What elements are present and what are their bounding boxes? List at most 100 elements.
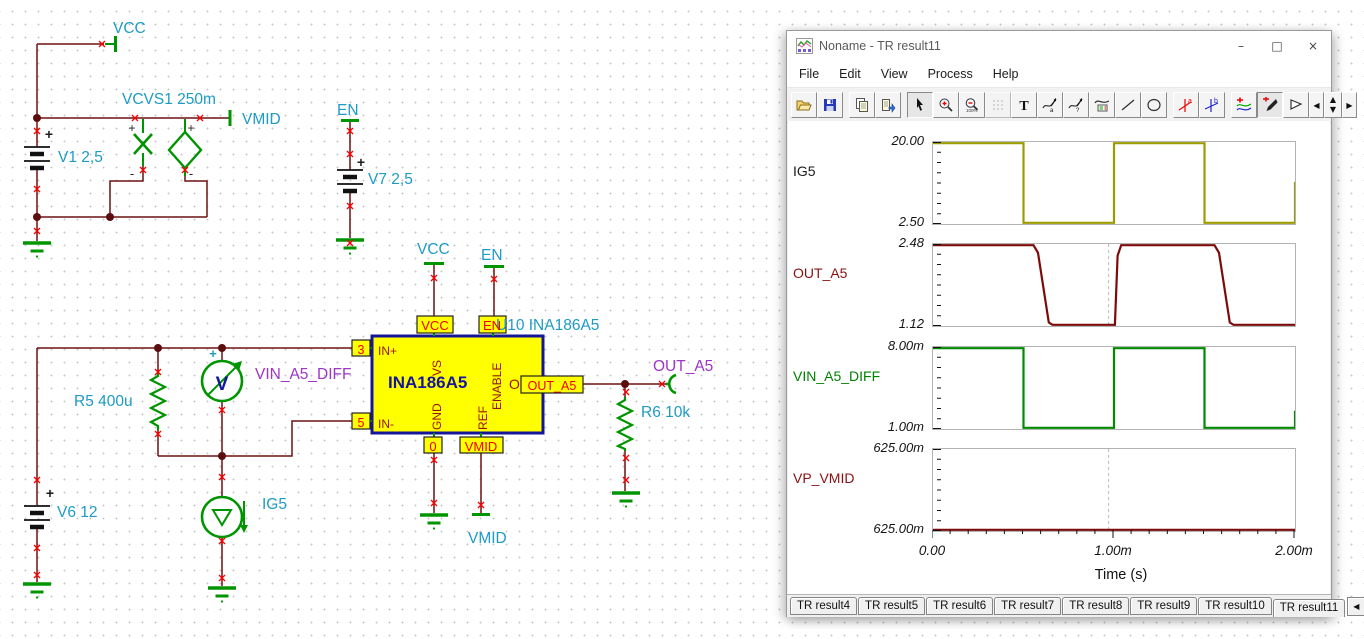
axis-tool-b-icon: ? bbox=[1068, 98, 1083, 113]
resistor-r5[interactable] bbox=[148, 372, 168, 430]
x-axis-ticks bbox=[932, 530, 1295, 538]
schematic-label: VCVS1 250m bbox=[122, 91, 216, 108]
cursor-arrow-icon bbox=[917, 98, 923, 111]
tab-tr-result8[interactable]: TR result8 bbox=[1062, 597, 1130, 615]
cursor-a-button[interactable]: a bbox=[1173, 92, 1199, 118]
resistor-r6[interactable] bbox=[615, 397, 635, 451]
schematic-label: 5 bbox=[358, 416, 365, 430]
tab-tr-result6[interactable]: TR result6 bbox=[926, 597, 994, 615]
battery-v6[interactable] bbox=[24, 505, 50, 530]
chart-panel-IG5[interactable] bbox=[932, 141, 1296, 225]
plot-area: Time (s) IG5 20.00 2.50 OUT_A5 2.48 1.12 VIN_A… bbox=[788, 121, 1330, 594]
menu-file[interactable]: File bbox=[789, 62, 829, 87]
tab-tr-result10[interactable]: TR result10 bbox=[1198, 597, 1272, 615]
ellipse-button[interactable] bbox=[1141, 92, 1167, 118]
page-spinner[interactable]: ▲ ▼ bbox=[1324, 92, 1342, 118]
schematic-label: OUT_A5 bbox=[528, 379, 577, 393]
schematic-label: VCC bbox=[417, 241, 450, 258]
menu-help[interactable]: Help bbox=[983, 62, 1029, 87]
waveform-IG5 bbox=[933, 142, 1295, 224]
svg-text:?: ? bbox=[1076, 108, 1080, 113]
result-tabs: TR result4 TR result5 TR result6 TR result7… bbox=[787, 594, 1364, 617]
ytick-bottom-VIN_A5_DIFF: 1.00m bbox=[887, 419, 924, 434]
tab-tr-result9[interactable]: TR result9 bbox=[1130, 597, 1198, 615]
schematic-label: 3 bbox=[358, 343, 365, 357]
schematic-label: U10 INA186A5 bbox=[496, 317, 599, 334]
axis-tool-b-button[interactable]: ? bbox=[1063, 92, 1089, 118]
text-button[interactable]: T bbox=[1011, 92, 1037, 118]
schematic-canvas: VCCVCVS1 250mVMIDENV1 2,5V7 2,5VCC ENU10 … bbox=[21, 20, 713, 605]
menu-process[interactable]: Process bbox=[918, 62, 983, 87]
schematic-label: IN- bbox=[378, 417, 394, 431]
save-button[interactable] bbox=[817, 92, 843, 118]
next-page-button[interactable]: ▶ bbox=[1342, 92, 1357, 118]
schematic-label: V7 2,5 bbox=[368, 171, 413, 188]
chart-label-IG5: IG5 bbox=[793, 163, 816, 179]
process-curves-button[interactable] bbox=[1231, 92, 1257, 118]
schematic-label: IN+ bbox=[378, 344, 397, 358]
tab-prev-button[interactable]: ◀ bbox=[1347, 597, 1364, 616]
tab-tr-result7[interactable]: TR result7 bbox=[994, 597, 1062, 615]
select-button[interactable] bbox=[907, 92, 933, 118]
marker-button[interactable] bbox=[1283, 92, 1309, 118]
ytick-top-IG5: 20.00 bbox=[891, 133, 924, 148]
current-source-ig5[interactable] bbox=[200, 495, 248, 539]
chart-label-OUT_A5: OUT_A5 bbox=[793, 265, 848, 281]
svg-text:T: T bbox=[1019, 99, 1029, 113]
schematic-label: EN bbox=[481, 247, 503, 264]
schematic-label: VS bbox=[430, 360, 444, 376]
chart-panel-VP_VMID[interactable] bbox=[932, 448, 1296, 532]
close-button[interactable]: × bbox=[1295, 31, 1331, 61]
schematic-label: O bbox=[509, 376, 520, 392]
schematic-label: VMID bbox=[468, 530, 507, 547]
pen-button[interactable] bbox=[1257, 92, 1283, 118]
tab-tr-result4[interactable]: TR result4 bbox=[790, 597, 858, 615]
cursor-b-button[interactable]: b bbox=[1199, 92, 1225, 118]
diagram-window: Noname - TR result11 – □ × File Edit View P… bbox=[786, 30, 1364, 617]
y-axis-ticks bbox=[933, 449, 941, 531]
schematic-label: OUT_A5 bbox=[653, 358, 713, 375]
zoom-out-button[interactable]: 100% bbox=[959, 92, 985, 118]
line-button[interactable] bbox=[1115, 92, 1141, 118]
spin-down-icon[interactable]: ▼ bbox=[1330, 105, 1336, 115]
open-folder-icon bbox=[796, 100, 812, 111]
schematic-label: VCC bbox=[113, 20, 146, 37]
open-button[interactable] bbox=[791, 92, 817, 118]
line-icon bbox=[1121, 99, 1135, 111]
schematic-label: ENABLE bbox=[490, 363, 504, 410]
zoom-in-button[interactable] bbox=[933, 92, 959, 118]
ytick-bottom-OUT_A5: 1.12 bbox=[898, 316, 924, 331]
spin-up-icon[interactable]: ▲ bbox=[1330, 95, 1336, 105]
chart-panel-VIN_A5_DIFF[interactable] bbox=[932, 346, 1296, 430]
menu-view[interactable]: View bbox=[871, 62, 918, 87]
zoom-in-icon bbox=[939, 98, 953, 112]
schematic-label: + bbox=[45, 126, 53, 142]
menu-edit[interactable]: Edit bbox=[829, 62, 871, 87]
schematic-label: V bbox=[216, 374, 229, 395]
menubar: File Edit View Process Help bbox=[787, 61, 1331, 88]
battery-v7[interactable] bbox=[337, 169, 363, 194]
desktop: { "schematic": { "texts": [ {"t":"VCC","… bbox=[0, 0, 1364, 639]
output-connector-out-a5[interactable] bbox=[666, 373, 677, 395]
battery-v1[interactable] bbox=[24, 146, 50, 171]
minimize-button[interactable]: – bbox=[1223, 31, 1259, 61]
paste-button[interactable] bbox=[875, 92, 901, 118]
tab-tr-result11[interactable]: TR result11 bbox=[1272, 599, 1346, 617]
copy-button[interactable] bbox=[849, 92, 875, 118]
schematic-label: EN bbox=[483, 318, 501, 333]
prev-page-button[interactable]: ◀ bbox=[1309, 92, 1324, 118]
maximize-button[interactable]: □ bbox=[1259, 31, 1295, 61]
xtick-label: 0.00 bbox=[918, 543, 946, 558]
schematic-label: R5 400u bbox=[74, 393, 133, 410]
schematic-label: + bbox=[357, 154, 365, 170]
svg-text:100%: 100% bbox=[966, 108, 978, 113]
schematic-label: R6 10k bbox=[641, 404, 690, 421]
titlebar[interactable]: Noname - TR result11 – □ × bbox=[787, 31, 1331, 61]
ytick-bottom-IG5: 2.50 bbox=[898, 214, 924, 229]
grid-button[interactable] bbox=[985, 92, 1011, 118]
legend-button[interactable] bbox=[1089, 92, 1115, 118]
chart-panel-OUT_A5[interactable] bbox=[932, 243, 1296, 327]
tab-tr-result5[interactable]: TR result5 bbox=[858, 597, 926, 615]
schematic-label: + bbox=[46, 485, 54, 501]
axis-tool-a-button[interactable]: a bbox=[1037, 92, 1063, 118]
